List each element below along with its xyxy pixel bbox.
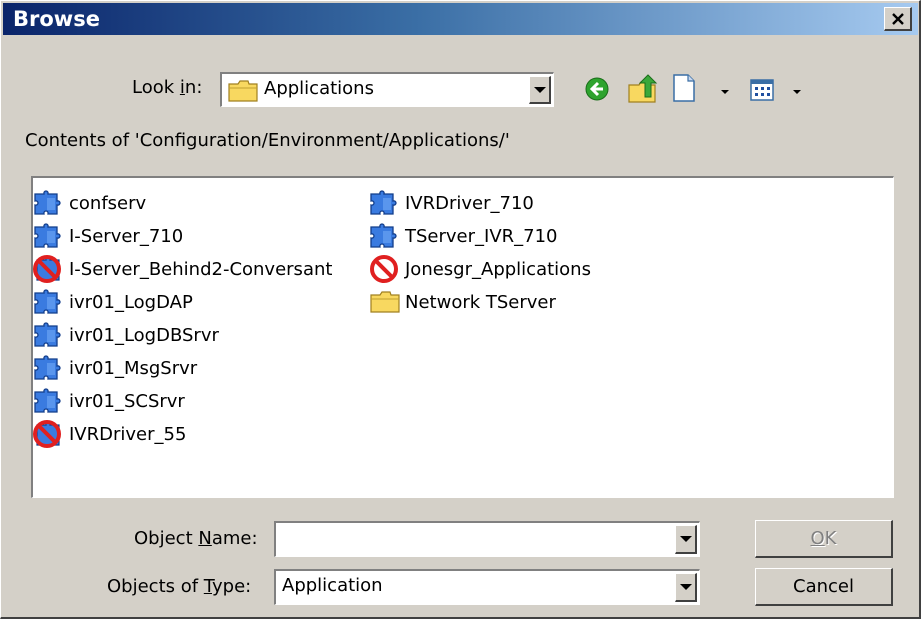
list-item-label: confserv [69,192,147,214]
up-folder-icon[interactable] [627,73,659,105]
list-item[interactable]: ivr01_MsgSrvr [33,353,197,383]
look-in-dropdown-button[interactable] [529,76,551,104]
application-icon [33,387,69,415]
list-item-label: Network TServer [405,291,556,313]
list-item[interactable]: Jonesgr_Applications [369,254,591,284]
list-item[interactable]: ivr01_LogDAP [33,287,193,317]
application-icon [33,321,69,349]
back-green-icon[interactable] [584,76,610,102]
window-title: Browse [13,7,100,31]
list-item-label: IVRDriver_710 [405,192,534,214]
list-item[interactable]: ivr01_LogDBSrvr [33,320,219,350]
list-item[interactable]: ivr01_SCSrvr [33,386,185,416]
application-icon [369,189,405,217]
look-in-label: Look in: [132,77,203,98]
list-item-label: ivr01_MsgSrvr [69,357,198,379]
application-icon [33,189,69,217]
object-type-dropdown-button[interactable] [675,573,697,602]
list-item[interactable]: IVRDriver_710 [369,188,534,218]
list-item[interactable]: TServer_IVR_710 [369,221,558,251]
list-item[interactable]: Network TServer [369,287,556,317]
chevron-down-icon [679,536,692,542]
list-item-label: ivr01_SCSrvr [69,390,185,412]
list-item[interactable]: I-Server_710 [33,221,183,251]
browse-dialog: Browse Look in: Applications Contents of… [0,0,921,619]
object-type-label: Objects of Type: [107,576,252,597]
close-icon [891,12,904,25]
folder-icon [369,288,405,316]
view-menu-icon[interactable] [750,79,774,101]
list-item-label: I-Server_710 [69,225,184,247]
object-type-value: Application [282,575,383,596]
list-item-label: IVRDriver_55 [69,423,187,445]
title-bar[interactable]: Browse [3,3,918,35]
application-icon [369,222,405,250]
close-button[interactable] [884,7,912,31]
chevron-down-icon [679,584,692,590]
object-name-combo[interactable] [274,521,700,557]
list-item[interactable]: IVRDriver_55 [33,419,186,449]
disabled-application-icon [33,255,69,283]
list-item[interactable]: I-Server_Behind2-Conversant [33,254,332,284]
list-item-label: TServer_IVR_710 [405,225,558,247]
folder-icon [228,80,258,102]
new-item-dropdown-chevron-icon[interactable] [721,90,729,94]
object-list[interactable]: confserv I-Server_710 I-Server_Behind2-Con… [31,176,894,498]
application-icon [33,288,69,316]
new-item-icon[interactable] [673,74,695,102]
look-in-combo[interactable]: Applications [220,72,554,107]
list-item-label: ivr01_LogDAP [69,291,193,313]
object-name-dropdown-button[interactable] [675,525,697,554]
disabled-application-icon [33,420,69,448]
list-item-label: Jonesgr_Applications [405,258,591,280]
cancel-button[interactable]: Cancel [755,568,893,606]
list-item-label: ivr01_LogDBSrvr [69,324,219,346]
list-item[interactable]: confserv [33,188,146,218]
view-dropdown-chevron-icon[interactable] [793,90,801,94]
chevron-down-icon [533,86,546,93]
contents-path-label: Contents of 'Configuration/Environment/A… [25,130,510,151]
application-icon [33,222,69,250]
object-type-combo[interactable]: Application [274,569,700,605]
ok-button[interactable]: OK [755,520,893,558]
disabled-folder-icon [369,255,405,283]
object-name-label: Object Name: [134,528,258,549]
list-item-label: I-Server_Behind2-Conversant [69,258,333,280]
application-icon [33,354,69,382]
look-in-value: Applications [264,78,374,99]
